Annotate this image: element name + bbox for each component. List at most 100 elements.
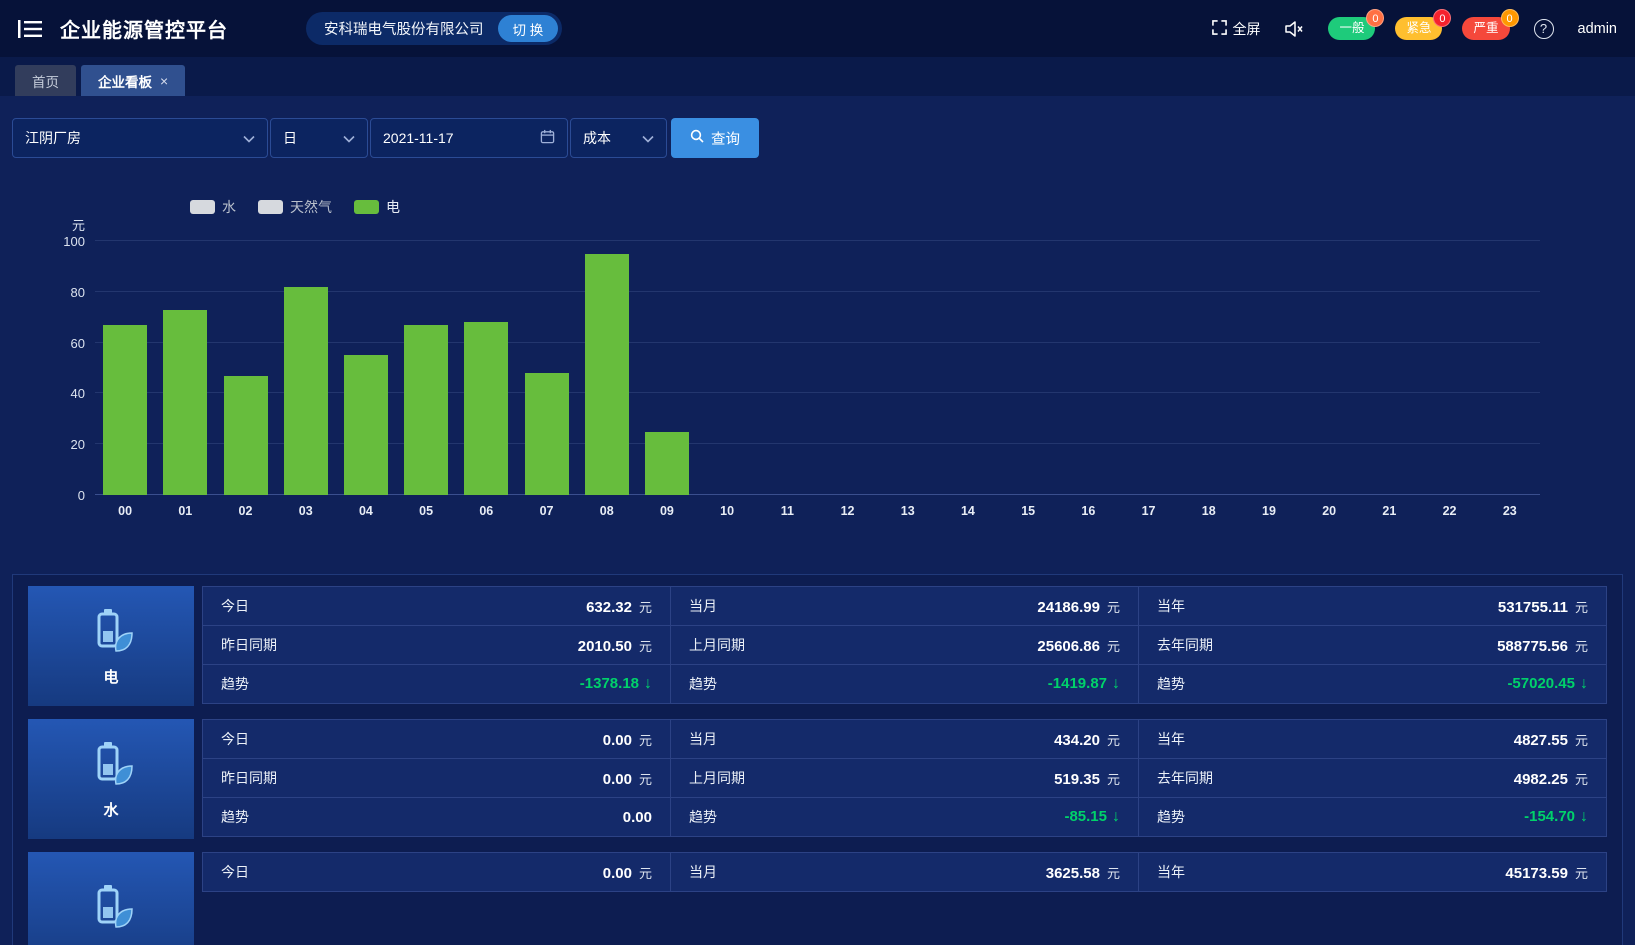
y-tick-label: 60 — [45, 336, 85, 351]
cell-label: 当月 — [689, 596, 717, 616]
cell-unit: 元 — [1107, 730, 1120, 749]
energy-cell: 趋势-1419.87↓ — [670, 664, 1139, 704]
company-name: 安科瑞电气股份有限公司 — [324, 18, 484, 39]
metric-select[interactable]: 成本 — [570, 118, 667, 158]
cell-label: 今日 — [221, 729, 249, 749]
alarm-count-badge: 0 — [1433, 9, 1451, 27]
legend-item-1[interactable]: 天然气 — [258, 197, 332, 217]
legend-item-2[interactable]: 电 — [354, 197, 400, 217]
cell-value-group: 4982.25元 — [1514, 769, 1588, 788]
energy-name: 电 — [103, 666, 118, 687]
cell-value: 24186.99 — [1037, 599, 1100, 616]
legend-chip — [190, 200, 215, 214]
x-tick-label: 00 — [95, 504, 155, 518]
energy-column: 今日0.00元 — [202, 852, 671, 945]
y-tick-label: 40 — [45, 386, 85, 401]
cell-label: 趋势 — [1157, 674, 1185, 694]
energy-column: 当月434.20元上月同期519.35元趋势-85.15↓ — [670, 719, 1139, 839]
bar-电-08[interactable] — [585, 254, 629, 495]
cell-label: 趋势 — [1157, 807, 1185, 827]
bar-电-01[interactable] — [163, 310, 207, 495]
alarm-label: 严重 — [1473, 21, 1498, 35]
cell-value-group: 2010.50元 — [578, 636, 652, 655]
cell-value-group: -85.15↓ — [1064, 808, 1120, 826]
calendar-icon — [540, 129, 555, 147]
site-select[interactable]: 江阴厂房 — [12, 118, 268, 158]
bar-电-06[interactable] — [464, 322, 508, 495]
cell-value: 45173.59 — [1505, 865, 1568, 882]
energy-cell: 趋势-57020.45↓ — [1138, 664, 1607, 704]
cell-unit: 元 — [1575, 636, 1588, 655]
user-menu[interactable]: admin — [1578, 21, 1618, 37]
tab-0[interactable]: 首页 — [15, 65, 76, 96]
bar-slot — [878, 241, 938, 495]
alarm-pill-2[interactable]: 严重0 — [1462, 17, 1509, 40]
energy-column: 当月24186.99元上月同期25606.86元趋势-1419.87↓ — [670, 586, 1139, 706]
menu-collapse-icon[interactable] — [18, 18, 44, 40]
energy-cell: 当年531755.11元 — [1138, 586, 1607, 626]
tab-close-icon[interactable]: × — [160, 73, 168, 89]
legend-label: 水 — [222, 197, 236, 217]
x-tick-label: 09 — [637, 504, 697, 518]
fullscreen-button[interactable]: 全屏 — [1212, 19, 1260, 39]
x-tick-label: 12 — [817, 504, 877, 518]
energy-cell: 当月3625.58元 — [670, 852, 1139, 892]
energy-column: 当月3625.58元 — [670, 852, 1139, 945]
cell-unit: 元 — [1107, 863, 1120, 882]
date-picker-value: 2021-11-17 — [383, 130, 454, 146]
energy-grid: 今日0.00元当月3625.58元当年45173.59元 — [202, 852, 1607, 945]
energy-cell: 趋势-1378.18↓ — [202, 664, 671, 704]
mute-icon[interactable] — [1284, 20, 1304, 38]
y-tick-label: 20 — [45, 437, 85, 452]
help-icon[interactable]: ? — [1534, 19, 1554, 39]
fullscreen-icon — [1212, 20, 1227, 38]
cell-unit: 元 — [639, 597, 652, 616]
chevron-down-icon — [343, 130, 355, 146]
legend-label: 电 — [386, 197, 400, 217]
date-picker[interactable]: 2021-11-17 — [370, 118, 568, 158]
bar-电-03[interactable] — [284, 287, 328, 495]
cell-label: 今日 — [221, 862, 249, 882]
tab-bar: 首页企业看板× — [0, 57, 1635, 96]
energy-cell: 上月同期519.35元 — [670, 758, 1139, 798]
company-selector: 安科瑞电气股份有限公司 切 换 — [306, 12, 562, 45]
query-button[interactable]: 查询 — [671, 118, 759, 158]
x-tick-label: 04 — [336, 504, 396, 518]
cell-unit: 元 — [1575, 730, 1588, 749]
alarm-pill-0[interactable]: 一般0 — [1328, 17, 1375, 40]
alarm-count-badge: 0 — [1366, 9, 1384, 27]
legend-item-0[interactable]: 水 — [190, 197, 236, 217]
switch-company-button[interactable]: 切 换 — [498, 15, 559, 42]
bar-电-05[interactable] — [404, 325, 448, 495]
bar-slot — [1058, 241, 1118, 495]
alarm-pill-1[interactable]: 紧急0 — [1395, 17, 1442, 40]
energy-grid: 今日0.00元昨日同期0.00元趋势0.00当月434.20元上月同期519.3… — [202, 719, 1607, 839]
cell-unit: 元 — [1575, 769, 1588, 788]
bar-电-09[interactable] — [645, 432, 689, 496]
chart-plot: 元 02040608010000010203040506070809101112… — [95, 241, 1540, 495]
period-select[interactable]: 日 — [270, 118, 368, 158]
chevron-down-icon — [243, 130, 255, 146]
bar-电-00[interactable] — [103, 325, 147, 495]
bar-电-04[interactable] — [344, 355, 388, 495]
energy-cost-chart: 水 天然气 电 元 02040608010000010203040506070809… — [0, 176, 1635, 546]
cell-value-group: 3625.58元 — [1046, 863, 1120, 882]
cell-label: 当月 — [689, 729, 717, 749]
cell-unit: 元 — [1107, 769, 1120, 788]
energy-cell: 当年45173.59元 — [1138, 852, 1607, 892]
cell-value-group: -154.70↓ — [1524, 808, 1588, 826]
x-tick-label: 03 — [276, 504, 336, 518]
energy-cell: 上月同期25606.86元 — [670, 625, 1139, 665]
site-select-value: 江阴厂房 — [25, 128, 81, 148]
bar-slot — [1419, 241, 1479, 495]
bar-slot — [697, 241, 757, 495]
x-axis-labels: 0001020304050607080910111213141516171819… — [95, 504, 1540, 518]
cell-value-group: 531755.11元 — [1498, 597, 1588, 616]
bar-电-02[interactable] — [224, 376, 268, 495]
cell-value: 632.32 — [586, 599, 632, 616]
bar-slot — [938, 241, 998, 495]
cell-label: 昨日同期 — [221, 635, 277, 655]
bar-电-07[interactable] — [525, 373, 569, 495]
tab-1[interactable]: 企业看板× — [81, 65, 185, 96]
trend-down-icon: ↓ — [644, 675, 652, 693]
